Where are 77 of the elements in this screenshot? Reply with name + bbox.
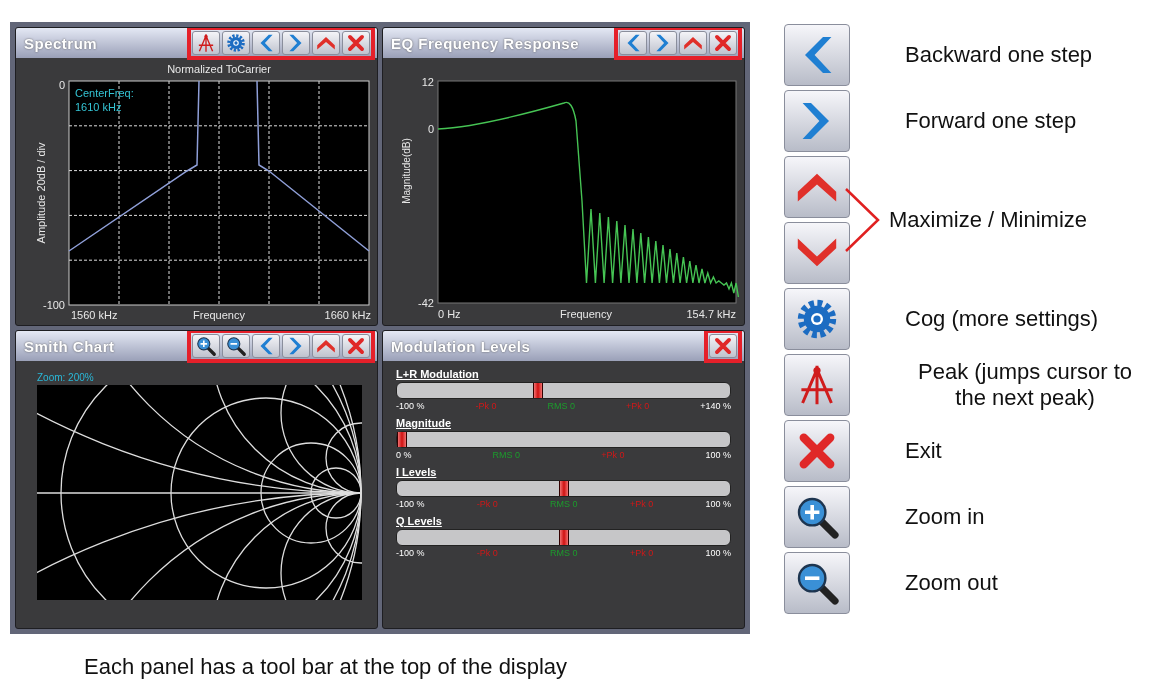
maximize-button[interactable] <box>312 31 340 55</box>
scale-label: +140 % <box>700 401 731 411</box>
forward-button[interactable] <box>649 31 677 55</box>
peak-button[interactable] <box>192 31 220 55</box>
legend-label: Forward one step <box>905 108 1077 134</box>
panel-title: Smith Chart <box>24 337 115 355</box>
legend-label: Exit <box>905 438 942 464</box>
scale-label: RMS 0 <box>547 401 575 411</box>
back-button[interactable] <box>252 334 280 358</box>
maximize-button[interactable] <box>312 334 340 358</box>
close-button[interactable] <box>342 31 370 55</box>
panel-title: Modulation Levels <box>391 337 531 355</box>
scale-label: 100 % <box>705 548 731 558</box>
zoom-out-icon <box>225 335 247 357</box>
forward-button[interactable] <box>282 31 310 55</box>
settings-icon <box>225 32 247 54</box>
scale-label: -100 % <box>396 548 425 558</box>
close-button[interactable] <box>342 334 370 358</box>
bracket-line <box>845 188 880 252</box>
zoom-in-icon <box>195 335 217 357</box>
maximize-button[interactable] <box>679 31 707 55</box>
scale-label: 0 % <box>396 450 412 460</box>
settings-button[interactable] <box>222 31 250 55</box>
scale-label: +Pk 0 <box>625 401 650 411</box>
close-icon <box>712 335 734 357</box>
axis-tick-label: -42 <box>418 297 434 309</box>
scale-label: -100 % <box>396 499 425 509</box>
axis-tick-label: 154.7 kHz <box>686 308 736 320</box>
caption: Each panel has a tool bar at the top of the display <box>84 654 568 680</box>
meter-label: L+R Modulation <box>396 368 479 380</box>
legend-label: Zoom in <box>905 504 985 530</box>
legend-label: Backward one step <box>905 42 1093 68</box>
scale-label: 100 % <box>705 450 731 460</box>
meter-label: Q Levels <box>396 515 442 527</box>
scale-label: 100 % <box>705 499 731 509</box>
axis-tick-label: 1660 kHz <box>324 309 371 321</box>
meter-label: I Levels <box>396 466 437 478</box>
scale-label: +Pk 0 <box>629 499 654 509</box>
scale-label: RMS 0 <box>492 450 521 460</box>
meter-label: Magnitude <box>396 417 451 429</box>
axis-tick-label: 0 <box>58 79 65 91</box>
zoom-out-button[interactable] <box>222 334 250 358</box>
axis-label: Amplitude 20dB / div <box>35 142 47 244</box>
axis-tick-label: 0 Hz <box>438 308 461 320</box>
forward-button[interactable] <box>282 334 310 358</box>
axis-tick-label: 1560 kHz <box>71 309 118 321</box>
scale-label: +Pk 0 <box>601 450 625 460</box>
axis-tick-label: -100 <box>42 299 65 311</box>
axis-label: Magnitude(dB) <box>401 138 412 204</box>
chart-title: Normalized ToCarrier <box>167 63 271 75</box>
scale-label: -Pk 0 <box>476 548 498 558</box>
close-icon <box>345 335 367 357</box>
close-icon <box>345 32 367 54</box>
zoom-in-button[interactable] <box>192 334 220 358</box>
axis-tick-label: 12 <box>421 76 434 88</box>
scale-label: +Pk 0 <box>629 548 654 558</box>
axis-tick-label: 0 <box>427 123 434 135</box>
back-button[interactable] <box>252 31 280 55</box>
panel-title: EQ Frequency Response <box>391 34 580 52</box>
scale-label: RMS 0 <box>550 499 578 509</box>
legend-label: Peak (jumps cursor to the next peak) <box>917 359 1133 411</box>
close-icon <box>712 32 734 54</box>
legend-label: Cog (more settings) <box>905 306 1099 332</box>
legend-label: Zoom out <box>905 570 998 596</box>
zoom-label: Zoom: 200% <box>37 372 95 383</box>
back-button[interactable] <box>619 31 647 55</box>
legend-label: Maximize / Minimize <box>889 207 1088 233</box>
panel-title: Spectrum <box>24 34 98 52</box>
scale-label: -Pk 0 <box>475 401 497 411</box>
scale-label: -100 % <box>396 401 425 411</box>
scale-label: -Pk 0 <box>476 499 498 509</box>
scale-label: RMS 0 <box>550 548 578 558</box>
axis-label: Frequency <box>560 308 612 320</box>
center-frequency-value: 1610 kHz <box>75 101 122 113</box>
axis-label: Frequency <box>193 309 245 321</box>
close-button[interactable] <box>709 31 737 55</box>
center-frequency-label: CenterFreq: <box>75 87 134 99</box>
